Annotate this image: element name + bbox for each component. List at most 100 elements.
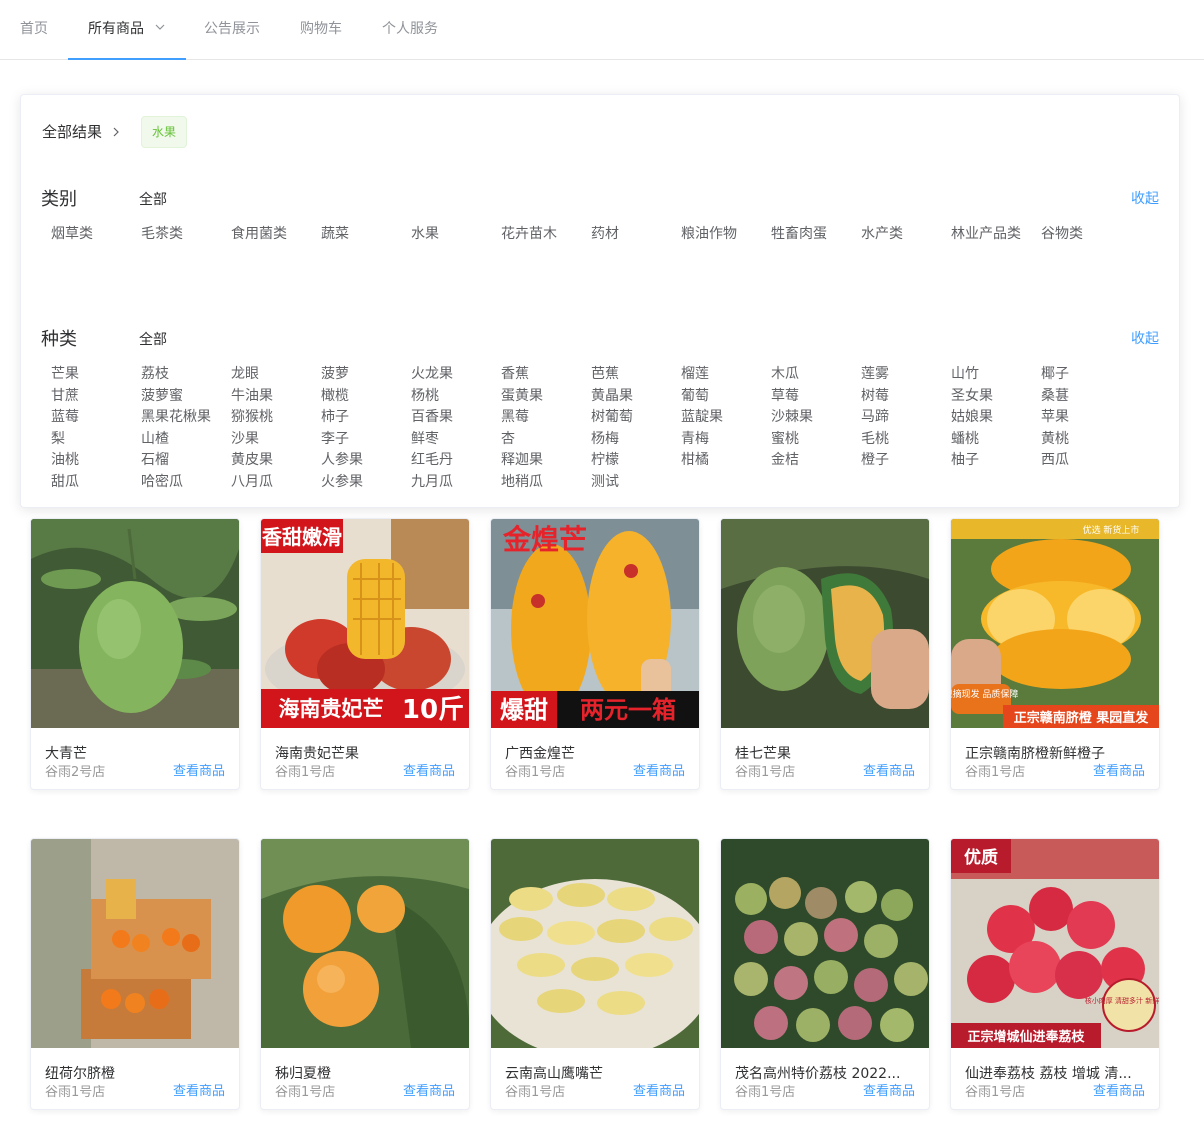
category-item[interactable]: 药材 [591, 223, 619, 243]
kind-item[interactable]: 圣女果 [951, 385, 993, 405]
category-item[interactable]: 水果 [411, 223, 439, 243]
kind-item[interactable]: 榴莲 [681, 363, 709, 383]
kind-item[interactable]: 黄桃 [1041, 428, 1069, 448]
kind-item[interactable]: 梨 [51, 428, 65, 448]
kind-item[interactable]: 地稍瓜 [501, 471, 543, 491]
kind-item[interactable]: 杨梅 [591, 428, 619, 448]
kind-item[interactable]: 释迦果 [501, 449, 543, 469]
kind-item[interactable]: 毛桃 [861, 428, 889, 448]
product-card[interactable]: 云南高山鹰嘴芒 谷雨1号店 查看商品 [490, 838, 700, 1110]
view-product-link[interactable]: 查看商品 [173, 760, 225, 779]
kind-item[interactable]: 黄晶果 [591, 385, 633, 405]
kind-item[interactable]: 龙眼 [231, 363, 259, 383]
kind-item[interactable]: 山竹 [951, 363, 979, 383]
kind-item[interactable]: 哈密瓜 [141, 471, 183, 491]
kind-item[interactable]: 菠萝 [321, 363, 349, 383]
kind-item[interactable]: 香蕉 [501, 363, 529, 383]
kind-all[interactable]: 全部 [139, 329, 167, 349]
kind-item[interactable]: 甜瓜 [51, 471, 79, 491]
kind-item[interactable]: 金桔 [771, 449, 799, 469]
kind-item[interactable]: 沙棘果 [771, 406, 813, 426]
kind-item[interactable]: 黑莓 [501, 406, 529, 426]
product-card[interactable]: 茂名高州特价荔枝 2022... 谷雨1号店 查看商品 [720, 838, 930, 1110]
view-product-link[interactable]: 查看商品 [173, 1080, 225, 1099]
kind-item[interactable]: 蓝莓 [51, 406, 79, 426]
kind-item[interactable]: 芭蕉 [591, 363, 619, 383]
kind-item[interactable]: 草莓 [771, 385, 799, 405]
kind-item[interactable]: 黄皮果 [231, 449, 273, 469]
view-product-link[interactable]: 查看商品 [403, 1080, 455, 1099]
kind-item[interactable]: 沙果 [231, 428, 259, 448]
kind-item[interactable]: 火龙果 [411, 363, 453, 383]
product-card[interactable]: 大青芒 谷雨2号店 查看商品 [30, 518, 240, 790]
kind-item[interactable]: 火参果 [321, 471, 363, 491]
category-item[interactable]: 烟草类 [51, 223, 93, 243]
product-card[interactable]: 优质 核小肉厚 清甜多汁 新鲜美味 正宗增城仙进奉荔枝 仙进奉荔枝 荔枝 增城 … [950, 838, 1160, 1110]
nav-personal-service[interactable]: 个人服务 [382, 0, 438, 60]
category-item[interactable]: 水产类 [861, 223, 903, 243]
product-card[interactable]: 香甜嫩滑 海南贵妃芒 10斤 海南贵妃芒果 谷雨1号店 查看商品 [260, 518, 470, 790]
kind-item[interactable]: 树葡萄 [591, 406, 633, 426]
kind-item[interactable]: 苹果 [1041, 406, 1069, 426]
kind-item[interactable]: 黑果花楸果 [141, 406, 211, 426]
kind-item[interactable]: 人参果 [321, 449, 363, 469]
kind-item[interactable]: 姑娘果 [951, 406, 993, 426]
kind-item[interactable]: 百香果 [411, 406, 453, 426]
kind-item[interactable]: 桑葚 [1041, 385, 1069, 405]
kind-item[interactable]: 菠萝蜜 [141, 385, 183, 405]
kind-item[interactable]: 西瓜 [1041, 449, 1069, 469]
kind-item[interactable]: 鲜枣 [411, 428, 439, 448]
kind-item[interactable]: 八月瓜 [231, 471, 273, 491]
category-item[interactable]: 食用菌类 [231, 223, 287, 243]
kind-item[interactable]: 荔枝 [141, 363, 169, 383]
category-collapse-button[interactable]: 收起 [1131, 188, 1159, 208]
kind-item[interactable]: 柚子 [951, 449, 979, 469]
kind-item[interactable]: 葡萄 [681, 385, 709, 405]
kind-item[interactable]: 椰子 [1041, 363, 1069, 383]
breadcrumb[interactable]: 全部结果 [42, 121, 121, 142]
nav-cart[interactable]: 购物车 [300, 0, 342, 60]
kind-item[interactable]: 柿子 [321, 406, 349, 426]
view-product-link[interactable]: 查看商品 [633, 1080, 685, 1099]
kind-item[interactable]: 蛋黄果 [501, 385, 543, 405]
product-card[interactable]: 纽荷尔脐橙 谷雨1号店 查看商品 [30, 838, 240, 1110]
product-card[interactable]: 优选 新货上市 现摘现发 品质保障 正宗赣南脐橙 果园直发 正宗赣南脐橙新鲜橙子… [950, 518, 1160, 790]
kind-item[interactable]: 蓝靛果 [681, 406, 723, 426]
view-product-link[interactable]: 查看商品 [863, 1080, 915, 1099]
kind-item[interactable]: 橄榄 [321, 385, 349, 405]
kind-item[interactable]: 牛油果 [231, 385, 273, 405]
kind-item[interactable]: 蜜桃 [771, 428, 799, 448]
kind-item[interactable]: 杨桃 [411, 385, 439, 405]
kind-item[interactable]: 李子 [321, 428, 349, 448]
kind-item[interactable]: 蟠桃 [951, 428, 979, 448]
nav-all-products[interactable]: 所有商品 [68, 0, 187, 60]
product-card[interactable]: 金煌芒 爆甜 两元一箱 广西金煌芒 谷雨1号店 查看商品 [490, 518, 700, 790]
kind-item[interactable]: 柑橘 [681, 449, 709, 469]
view-product-link[interactable]: 查看商品 [633, 760, 685, 779]
kind-item[interactable]: 橙子 [861, 449, 889, 469]
category-item[interactable]: 花卉苗木 [501, 223, 557, 243]
nav-home[interactable]: 首页 [20, 0, 48, 60]
category-item[interactable]: 粮油作物 [681, 223, 737, 243]
nav-announcements[interactable]: 公告展示 [204, 0, 260, 60]
kind-item[interactable]: 杏 [501, 428, 515, 448]
kind-item[interactable]: 青梅 [681, 428, 709, 448]
view-product-link[interactable]: 查看商品 [403, 760, 455, 779]
kind-item[interactable]: 红毛丹 [411, 449, 453, 469]
category-item[interactable]: 牲畜肉蛋 [771, 223, 827, 243]
view-product-link[interactable]: 查看商品 [1093, 760, 1145, 779]
kind-item[interactable]: 柠檬 [591, 449, 619, 469]
kind-item[interactable]: 山楂 [141, 428, 169, 448]
kind-item[interactable]: 测试 [591, 471, 619, 491]
category-item[interactable]: 谷物类 [1041, 223, 1083, 243]
kind-item[interactable]: 九月瓜 [411, 471, 453, 491]
kind-item[interactable]: 油桃 [51, 449, 79, 469]
product-card[interactable]: 桂七芒果 谷雨1号店 查看商品 [720, 518, 930, 790]
kind-item[interactable]: 莲雾 [861, 363, 889, 383]
category-item[interactable]: 蔬菜 [321, 223, 349, 243]
kind-item[interactable]: 马蹄 [861, 406, 889, 426]
category-item[interactable]: 毛茶类 [141, 223, 183, 243]
kind-item[interactable]: 木瓜 [771, 363, 799, 383]
category-item[interactable]: 林业产品类 [951, 223, 1021, 243]
filter-tag-fruit[interactable]: 水果 [141, 116, 188, 148]
